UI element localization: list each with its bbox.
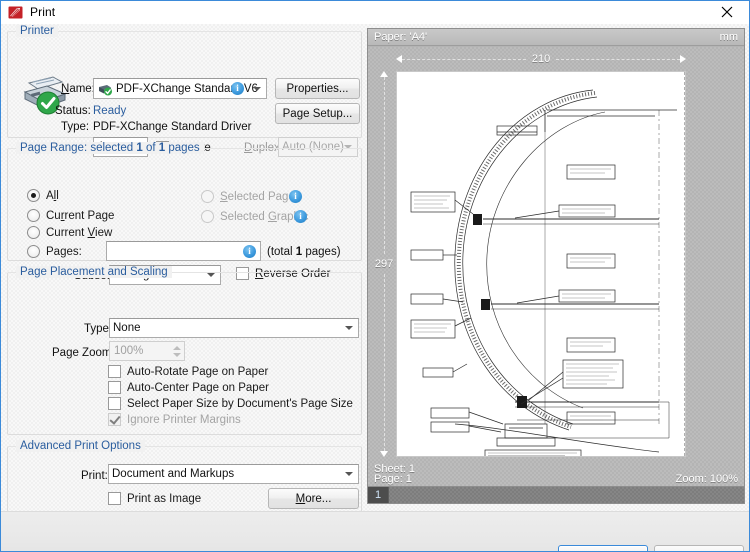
placement-type-value: None — [113, 322, 141, 334]
info-icon[interactable]: i — [231, 82, 244, 95]
auto-center-label: Auto-Center Page on Paper — [127, 381, 269, 394]
radio-current-page-label: Current Page — [46, 209, 115, 222]
cancel-button[interactable]: Cancel — [654, 545, 744, 551]
page-setup-button-label: Page Setup... — [282, 107, 353, 120]
select-paper-size-checkbox[interactable]: Select Paper Size by Document's Page Siz… — [108, 397, 353, 410]
sheet-tab[interactable]: 1 — [368, 487, 389, 503]
preview-zoom-text: Zoom: 100% — [675, 473, 738, 485]
radio-pages[interactable]: Pages: — [27, 245, 82, 258]
radio-box — [201, 210, 214, 223]
close-icon[interactable] — [704, 1, 749, 23]
radio-box — [27, 209, 40, 222]
properties-button-label: Properties... — [286, 82, 349, 95]
checkbox-box — [108, 413, 121, 426]
ruler-line — [383, 274, 385, 451]
page-setup-button[interactable]: Page Setup... — [275, 103, 360, 124]
printer-name-label: Name: — [61, 83, 95, 95]
advanced-print-label: Print: — [81, 470, 108, 482]
ruler-arrow-down-icon — [380, 451, 388, 457]
auto-center-checkbox[interactable]: Auto-Center Page on Paper — [108, 381, 269, 394]
ruler-arrow-right-icon — [680, 55, 687, 63]
info-icon[interactable]: i — [294, 210, 307, 223]
page-boundary — [397, 72, 685, 456]
ruler-line — [383, 77, 385, 254]
placement-type-label: Type: — [84, 323, 113, 335]
print-button[interactable]: Print — [558, 545, 648, 551]
pages-input[interactable]: i — [106, 241, 261, 261]
paper-label: Paper: 'A4' — [374, 31, 428, 43]
pages-total-text: (total 1 pages) — [267, 246, 341, 258]
printer-group-title: Printer — [16, 25, 58, 37]
chevron-down-icon — [253, 86, 261, 91]
print-as-image-checkbox[interactable]: Print as Image — [108, 492, 201, 505]
radio-box — [27, 226, 40, 239]
properties-button[interactable]: Properties... — [275, 78, 360, 99]
preview-status-strip: Sheet: 1 Page: 1 Zoom: 100% — [367, 463, 745, 486]
select-paper-size-label: Select Paper Size by Document's Page Siz… — [127, 397, 353, 410]
advanced-print-value: Document and Markups — [112, 468, 235, 480]
checkbox-box — [108, 492, 121, 505]
checkbox-box — [108, 397, 121, 410]
stepper-arrows-icon — [172, 344, 181, 358]
radio-current-view-label: Current View — [46, 226, 113, 239]
paper-height-label: 297 — [374, 258, 394, 270]
print-dialog: Print Printer Name: PDF-XChange Standard… — [0, 0, 750, 552]
page-placement-group-title: Page Placement and Scaling — [16, 266, 172, 278]
radio-box — [201, 190, 214, 203]
advanced-group-title: Advanced Print Options — [16, 440, 145, 452]
print-as-image-label: Print as Image — [127, 492, 202, 505]
radio-all[interactable]: All — [27, 189, 59, 202]
paper-width-label: 210 — [531, 53, 551, 65]
printer-type-value: PDF-XChange Standard Driver — [93, 121, 252, 133]
print-preview-pane: Paper: 'A4' mm 210 297 — [367, 28, 745, 466]
radio-box — [27, 189, 40, 202]
sheets-track[interactable]: 1 — [367, 486, 745, 504]
info-icon[interactable]: i — [243, 245, 256, 258]
printer-status-value: Ready — [93, 105, 127, 117]
page-zoom-stepper: 100% — [109, 341, 185, 361]
page-count-text: Page: 1 — [374, 473, 412, 485]
page-zoom-label: Page Zoom: — [52, 347, 115, 359]
radio-pages-label: Pages: — [46, 245, 82, 258]
pdf-xchange-icon — [8, 5, 23, 20]
auto-rotate-label: Auto-Rotate Page on Paper — [127, 365, 269, 378]
radio-box — [27, 245, 40, 258]
title-bar: Print — [1, 1, 749, 24]
ignore-printer-margins-label: Ignore Printer Margins — [127, 413, 241, 426]
ruler-vertical: 297 — [374, 71, 394, 457]
printer-small-icon — [97, 83, 113, 98]
chevron-down-icon — [345, 472, 353, 476]
advanced-print-combo[interactable]: Document and Markups — [108, 464, 359, 484]
radio-current-page[interactable]: Current Page — [27, 209, 114, 222]
paper-units: mm — [719, 31, 738, 43]
dialog-body: Printer Name: PDF-XChange Standard V6 i … — [1, 24, 749, 551]
window-title: Print — [30, 5, 56, 19]
printer-type-label: Type: — [61, 121, 90, 133]
chevron-down-icon — [345, 326, 353, 330]
checkbox-box — [108, 365, 121, 378]
info-icon[interactable]: i — [289, 190, 302, 203]
radio-all-label: All — [46, 189, 59, 202]
ruler-horizontal: 210 — [396, 53, 687, 65]
ruler-line — [402, 58, 526, 60]
ignore-printer-margins-checkbox: Ignore Printer Margins — [108, 413, 241, 426]
paper-bar: Paper: 'A4' mm — [368, 29, 744, 46]
placement-type-combo[interactable]: None — [109, 318, 359, 338]
radio-current-view[interactable]: Current View — [27, 226, 112, 239]
more-button[interactable]: More... — [268, 488, 359, 509]
radio-selected-graphic: Selected Graphic — [201, 210, 308, 223]
checkbox-box — [108, 381, 121, 394]
printer-name-combo[interactable]: PDF-XChange Standard V6 i — [93, 78, 267, 99]
preview-canvas[interactable]: 210 297 — [368, 47, 744, 465]
page-zoom-value: 100% — [114, 345, 144, 357]
radio-selected-pages: Selected Pages — [201, 190, 301, 203]
page-range-group-title: Page Range: selected 1 of 1 pages — [16, 142, 204, 154]
preview-sheet[interactable] — [396, 71, 686, 457]
more-button-label: More... — [295, 492, 332, 505]
ruler-line — [556, 58, 681, 60]
printer-status-label: Status: — [55, 105, 91, 117]
auto-rotate-checkbox[interactable]: Auto-Rotate Page on Paper — [108, 365, 268, 378]
